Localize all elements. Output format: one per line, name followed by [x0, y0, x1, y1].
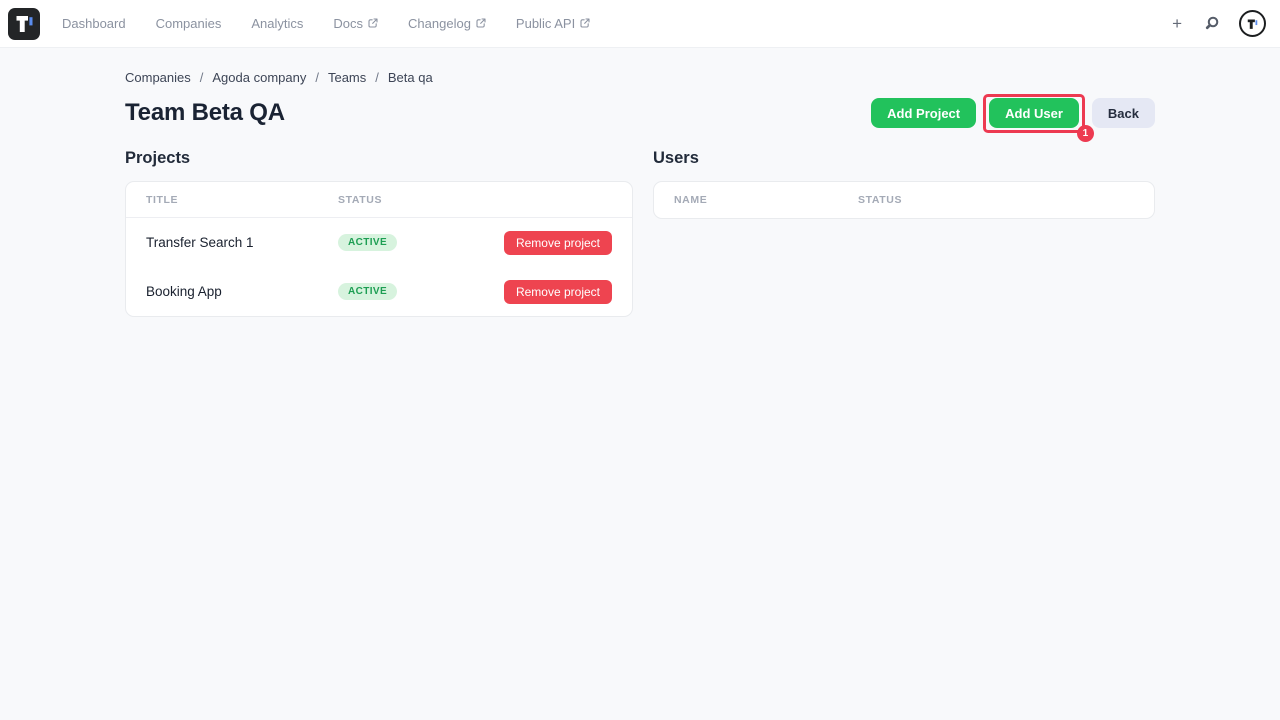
breadcrumb-separator: / — [200, 70, 204, 85]
users-table: Name Status — [653, 181, 1155, 219]
page-content: Companies / Agoda company / Teams / Beta… — [125, 70, 1155, 317]
add-project-button[interactable]: Add Project — [871, 98, 976, 128]
external-link-icon — [368, 16, 378, 31]
nav-item-dashboard[interactable]: Dashboard — [62, 16, 126, 31]
nav-item-docs[interactable]: Docs — [333, 16, 378, 31]
nav-item-public-api[interactable]: Public API — [516, 16, 590, 31]
column-header-name: Name — [674, 194, 858, 206]
table-row: Transfer Search 1 ACTIVE Remove project — [126, 218, 632, 267]
add-user-button-annotated-wrapper: Add User 1 — [989, 98, 1079, 128]
projects-heading: Projects — [125, 149, 633, 168]
nav-item-label: Changelog — [408, 16, 471, 31]
add-icon[interactable]: + — [1170, 13, 1184, 34]
external-link-icon — [476, 16, 486, 31]
projects-section: Projects Title Status Transfer Search 1 … — [125, 149, 633, 317]
projects-table-header: Title Status — [126, 182, 632, 218]
status-badge: ACTIVE — [338, 234, 397, 251]
users-table-header: Name Status — [654, 182, 1154, 218]
nav-item-analytics[interactable]: Analytics — [251, 16, 303, 31]
project-title: Transfer Search 1 — [146, 235, 338, 250]
remove-project-button[interactable]: Remove project — [504, 280, 612, 304]
primary-nav: Dashboard Companies Analytics Docs Chang… — [62, 16, 590, 31]
breadcrumb: Companies / Agoda company / Teams / Beta… — [125, 70, 1155, 85]
remove-project-button[interactable]: Remove project — [504, 231, 612, 255]
external-link-icon — [580, 16, 590, 31]
add-user-button[interactable]: Add User — [989, 98, 1079, 128]
nav-item-changelog[interactable]: Changelog — [408, 16, 486, 31]
tutorial-step-badge: 1 — [1077, 125, 1094, 142]
nav-item-label: Docs — [333, 16, 363, 31]
nav-item-label: Companies — [156, 16, 222, 31]
page-title: Team Beta QA — [125, 99, 285, 127]
breadcrumb-beta-qa[interactable]: Beta qa — [388, 70, 433, 85]
column-header-title: Title — [146, 194, 338, 206]
column-header-status: Status — [338, 194, 612, 206]
breadcrumb-separator: / — [315, 70, 319, 85]
nav-item-label: Public API — [516, 16, 575, 31]
column-header-status: Status — [858, 194, 1134, 206]
nav-item-companies[interactable]: Companies — [156, 16, 222, 31]
breadcrumb-companies[interactable]: Companies — [125, 70, 191, 85]
page-actions: Add Project Add User 1 Back — [871, 98, 1155, 128]
nav-item-label: Dashboard — [62, 16, 126, 31]
project-title: Booking App — [146, 284, 338, 299]
breadcrumb-separator: / — [375, 70, 379, 85]
projects-table: Title Status Transfer Search 1 ACTIVE Re… — [125, 181, 633, 317]
breadcrumb-teams[interactable]: Teams — [328, 70, 366, 85]
page-header: Team Beta QA Add Project Add User 1 Back — [125, 98, 1155, 128]
search-icon[interactable] — [1203, 15, 1220, 32]
nav-item-label: Analytics — [251, 16, 303, 31]
status-badge: ACTIVE — [338, 283, 397, 300]
users-section: Users Name Status — [653, 149, 1155, 317]
user-avatar[interactable] — [1239, 10, 1266, 37]
avatar-logo-icon — [1244, 15, 1262, 33]
sections-grid: Projects Title Status Transfer Search 1 … — [125, 149, 1155, 317]
table-row: Booking App ACTIVE Remove project — [126, 267, 632, 316]
app-logo-icon[interactable] — [8, 7, 40, 41]
back-button[interactable]: Back — [1092, 98, 1155, 128]
top-navigation: Dashboard Companies Analytics Docs Chang… — [0, 0, 1280, 48]
breadcrumb-agoda-company[interactable]: Agoda company — [212, 70, 306, 85]
topbar-actions: + — [1170, 10, 1266, 37]
users-heading: Users — [653, 149, 1155, 168]
